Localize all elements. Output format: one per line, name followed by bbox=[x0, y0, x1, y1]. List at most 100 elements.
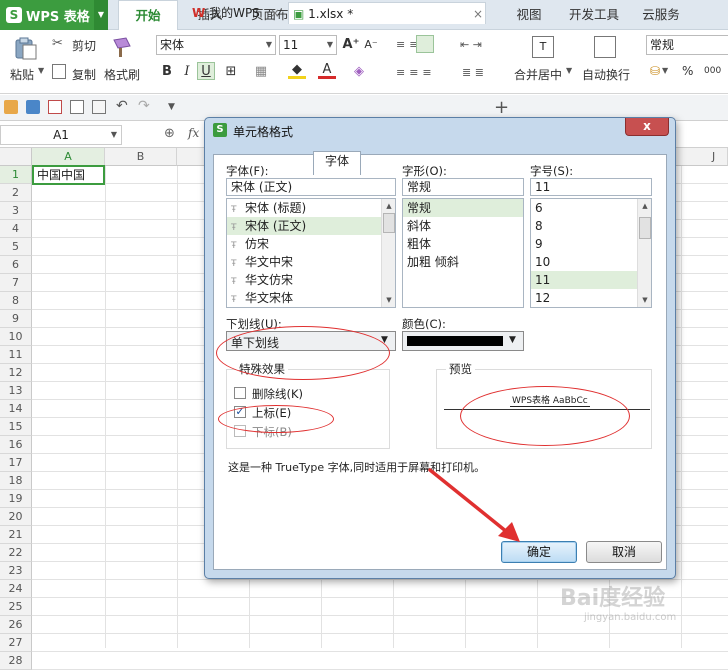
font-size-scrollbar[interactable]: ▲ ▼ bbox=[637, 199, 651, 307]
font-size-select[interactable]: 11 ▼ bbox=[279, 35, 337, 55]
font-list-scrollbar[interactable]: ▲ ▼ bbox=[381, 199, 395, 307]
comma-button[interactable]: 000 bbox=[704, 66, 721, 76]
font-style-input[interactable]: 常规 bbox=[402, 178, 524, 196]
font-list[interactable]: Ŧ 宋体 (标题) Ŧ 宋体 (正文) Ŧ 仿宋 Ŧ 华文中宋 Ŧ 华文仿宋 Ŧ 华文宋体 ▲ ▼ bbox=[226, 198, 396, 308]
scroll-down-icon[interactable]: ▼ bbox=[638, 293, 651, 307]
currency-icon[interactable]: ⛁ bbox=[650, 64, 660, 78]
select-all-corner[interactable] bbox=[0, 148, 32, 166]
chevron-down-icon[interactable]: ▼ bbox=[662, 66, 668, 75]
scroll-up-icon[interactable]: ▲ bbox=[382, 199, 395, 213]
row-header[interactable]: 24 bbox=[0, 580, 32, 598]
row-header[interactable]: 11 bbox=[0, 346, 32, 364]
column-header-j[interactable]: J bbox=[712, 150, 715, 163]
row-header[interactable]: 16 bbox=[0, 436, 32, 454]
row-header[interactable]: 18 bbox=[0, 472, 32, 490]
list-item[interactable]: 加粗 倾斜 bbox=[403, 253, 523, 271]
row-header[interactable]: 12 bbox=[0, 364, 32, 382]
format-painter-button[interactable]: 格式刷 bbox=[104, 66, 140, 83]
strikethrough-checkbox[interactable] bbox=[234, 387, 246, 399]
list-item[interactable]: 斜体 bbox=[403, 217, 523, 235]
row-header[interactable]: 7 bbox=[0, 274, 32, 292]
row-header[interactable]: 6 bbox=[0, 256, 32, 274]
clipboard-icon[interactable] bbox=[12, 36, 38, 60]
print-preview-icon[interactable] bbox=[48, 100, 62, 114]
row-header[interactable]: 27 bbox=[0, 634, 32, 652]
export-pdf-icon[interactable] bbox=[92, 100, 106, 114]
row-header[interactable]: 1 bbox=[0, 166, 32, 184]
list-item[interactable]: Ŧ 华文宋体 bbox=[227, 289, 395, 307]
font-size-input[interactable]: 11 bbox=[530, 178, 652, 196]
color-select[interactable]: ▼ bbox=[402, 331, 524, 351]
increase-font-icon[interactable]: A⁺ bbox=[342, 36, 360, 54]
underline-button[interactable]: U bbox=[197, 62, 215, 80]
row-header[interactable]: 19 bbox=[0, 490, 32, 508]
list-item[interactable]: Ŧ 宋体 (正文) bbox=[227, 217, 395, 235]
name-box[interactable]: A1 ▼ bbox=[0, 125, 122, 145]
row-header[interactable]: 25 bbox=[0, 598, 32, 616]
font-style-list[interactable]: 常规 斜体 粗体 加粗 倾斜 bbox=[402, 198, 524, 308]
list-item[interactable]: 12 bbox=[531, 289, 651, 307]
row-header[interactable]: 2 bbox=[0, 184, 32, 202]
fx-button[interactable]: fx bbox=[188, 126, 199, 140]
tab-cloud[interactable]: 云服务 bbox=[636, 0, 686, 30]
tab-home[interactable]: 开始 bbox=[118, 0, 178, 30]
list-item[interactable]: 9 bbox=[531, 235, 651, 253]
italic-button[interactable]: I bbox=[178, 63, 196, 81]
paste-button[interactable]: 粘贴 bbox=[10, 66, 34, 83]
row-header[interactable]: 28 bbox=[0, 652, 32, 670]
font-name-select[interactable]: 宋体 ▼ bbox=[156, 35, 276, 55]
save-icon[interactable] bbox=[26, 100, 40, 114]
row-header[interactable]: 4 bbox=[0, 220, 32, 238]
row-header[interactable]: 10 bbox=[0, 328, 32, 346]
scissors-icon[interactable]: ✂ bbox=[52, 36, 63, 51]
font-input[interactable]: 宋体 (正文) bbox=[226, 178, 396, 196]
row-header[interactable]: 22 bbox=[0, 544, 32, 562]
list-item[interactable]: Ŧ 华文仿宋 bbox=[227, 271, 395, 289]
undo-icon[interactable]: ↶ bbox=[116, 98, 128, 114]
doc-tab-home[interactable]: W 我的WPS × bbox=[188, 2, 286, 24]
new-tab-button[interactable]: + bbox=[494, 97, 509, 118]
scroll-thumb[interactable] bbox=[639, 217, 651, 239]
quick-access-dropdown-icon[interactable]: ▼ bbox=[168, 102, 175, 112]
borders-icon[interactable]: ⊞ bbox=[222, 63, 240, 81]
folder-icon[interactable] bbox=[4, 100, 18, 114]
copy-button[interactable]: 复制 bbox=[72, 66, 96, 83]
percent-button[interactable]: % bbox=[682, 64, 693, 78]
horizontal-align-icons[interactable]: ≡≡≡ bbox=[396, 66, 462, 79]
zoom-find-icon[interactable]: ⊕ bbox=[164, 126, 175, 141]
wrap-text-icon[interactable] bbox=[594, 36, 616, 58]
cell-fill-pattern-icon[interactable]: ▦ bbox=[252, 63, 270, 81]
cancel-button[interactable]: 取消 bbox=[586, 541, 662, 563]
close-icon[interactable]: × bbox=[270, 2, 280, 24]
bold-button[interactable]: B bbox=[158, 63, 176, 81]
doc-tab-file[interactable]: ▣ 1.xlsx * × bbox=[288, 2, 486, 24]
justify-icons[interactable]: ≣ ≣ bbox=[462, 66, 484, 79]
row-header[interactable]: 9 bbox=[0, 310, 32, 328]
list-item[interactable]: Ŧ 宋体 (标题) bbox=[227, 199, 395, 217]
row-header[interactable]: 13 bbox=[0, 382, 32, 400]
indent-icons[interactable]: ⇤ ⇥ bbox=[460, 38, 506, 51]
cut-button[interactable]: 剪切 bbox=[72, 37, 96, 54]
format-painter-icon[interactable] bbox=[110, 36, 132, 58]
clear-format-icon[interactable]: ◈ bbox=[350, 63, 368, 81]
close-icon[interactable]: × bbox=[473, 3, 483, 25]
middle-align-button[interactable] bbox=[416, 35, 434, 53]
list-item[interactable]: 6 bbox=[531, 199, 651, 217]
row-header[interactable]: 15 bbox=[0, 418, 32, 436]
list-item[interactable]: Ŧ 华文中宋 bbox=[227, 253, 395, 271]
merge-center-button[interactable]: 合并居中 bbox=[514, 66, 562, 83]
font-color-icon[interactable]: A bbox=[318, 63, 336, 81]
tab-font[interactable]: 字体 bbox=[313, 151, 361, 175]
scroll-thumb[interactable] bbox=[383, 213, 395, 233]
dialog-close-button[interactable]: x bbox=[625, 118, 669, 136]
scroll-up-icon[interactable]: ▲ bbox=[638, 199, 651, 213]
column-header-a[interactable]: A bbox=[32, 148, 105, 166]
tab-developer[interactable]: 开发工具 bbox=[564, 0, 624, 30]
row-header[interactable]: 23 bbox=[0, 562, 32, 580]
decrease-font-icon[interactable]: A⁻ bbox=[362, 36, 380, 54]
list-item[interactable]: 粗体 bbox=[403, 235, 523, 253]
row-header[interactable]: 21 bbox=[0, 526, 32, 544]
number-format-select[interactable]: 常规 bbox=[646, 35, 728, 55]
wrap-text-button[interactable]: 自动换行 bbox=[582, 66, 630, 83]
row-header[interactable]: 8 bbox=[0, 292, 32, 310]
